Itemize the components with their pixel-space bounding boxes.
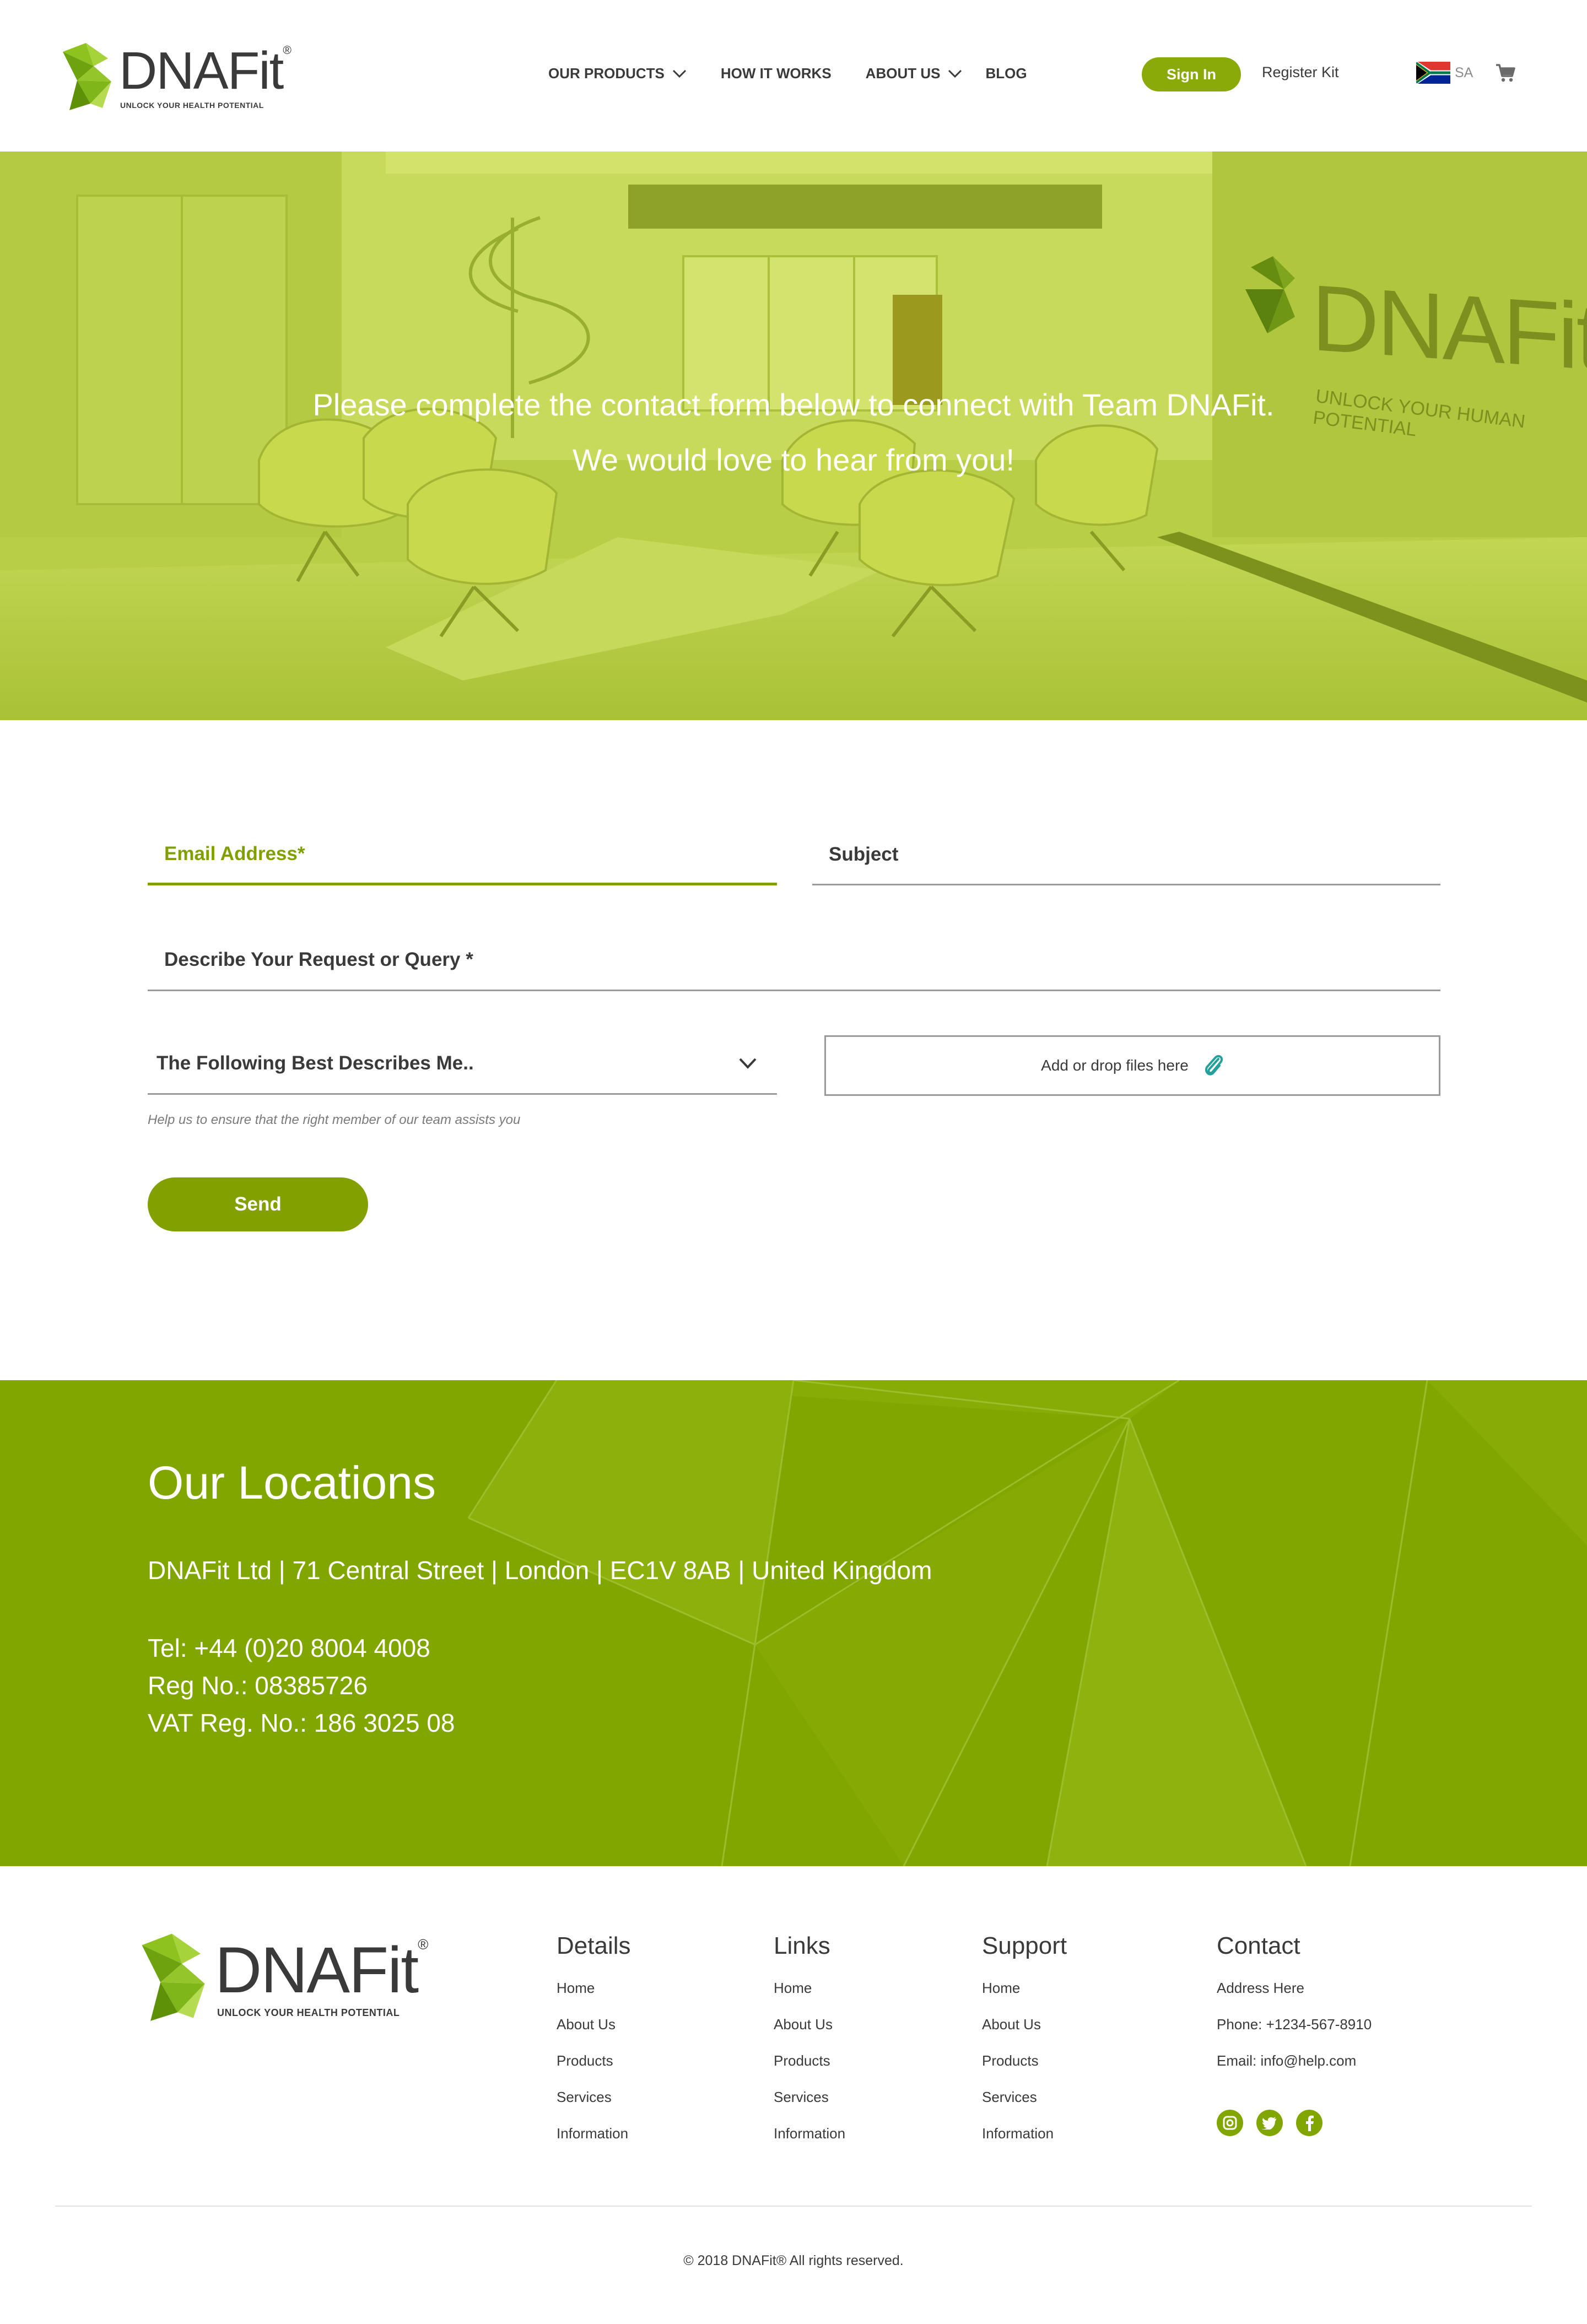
footer-support-column: Support Home About Us Products Services … (982, 1932, 1067, 2163)
footer-links-link[interactable]: Information (774, 2126, 845, 2163)
contact-form: The Following Best Describes Me.. Help u… (0, 720, 1587, 1380)
site-footer: DNAFit® UNLOCK YOUR HEALTH POTENTIAL Det… (0, 1866, 1587, 2324)
send-button[interactable]: Send (148, 1177, 368, 1231)
instagram-icon[interactable] (1217, 2110, 1243, 2136)
hero-line-1: Please complete the contact form below t… (312, 387, 1275, 422)
locations-details: Tel: +44 (0)20 8004 4008 Reg No.: 083857… (148, 1629, 455, 1742)
footer-contact-email: Email: info@help.com (1217, 2052, 1357, 2069)
footer-details-link[interactable]: Services (557, 2090, 631, 2126)
site-header: DNAFit® UNLOCK YOUR HEALTH POTENTIAL OUR… (0, 0, 1587, 152)
cart-icon[interactable] (1494, 62, 1516, 84)
footer-contact-address: Address Here (1217, 1980, 1304, 1996)
locations-address: DNAFit Ltd | 71 Central Street | London … (148, 1556, 932, 1585)
footer-details-link[interactable]: Products (557, 2053, 631, 2090)
email-field-wrapper (148, 825, 777, 885)
nav-label: HOW IT WORKS (720, 65, 832, 82)
nav-label: ABOUT US (865, 65, 941, 82)
upload-label: Add or drop files here (1041, 1057, 1189, 1074)
hero-line-2: We would love to hear from you! (572, 442, 1015, 477)
footer-links-column: Links Home About Us Products Services In… (774, 1932, 845, 2163)
main-nav: OUR PRODUCTS HOW IT WORKS ABOUT US BLOG (548, 65, 1027, 82)
nav-our-products[interactable]: OUR PRODUCTS (548, 65, 687, 82)
paperclip-icon (1205, 1055, 1223, 1075)
hero-banner: DNAFit UNLOCK YOUR HUMAN POTENTIAL Pleas… (0, 152, 1587, 720)
email-field[interactable] (148, 825, 777, 883)
footer-support-link[interactable]: About Us (982, 2017, 1067, 2053)
wall-brand-text: DNAFit (1311, 265, 1587, 391)
file-upload-dropzone[interactable]: Add or drop files here (824, 1035, 1440, 1096)
footer-logo-brand-text: DNAFit (215, 1933, 419, 2007)
locations-reg: Reg No.: 08385726 (148, 1671, 368, 1700)
footer-support-title: Support (982, 1932, 1067, 1959)
hero-message: Please complete the contact form below t… (0, 377, 1587, 488)
footer-logo-registered-mark: ® (418, 1936, 429, 1953)
locations-section: Our Locations DNAFit Ltd | 71 Central St… (0, 1380, 1587, 1866)
footer-support-link[interactable]: Home (982, 1981, 1067, 2017)
footer-contact-phone: Phone: +1234-567-8910 (1217, 2016, 1372, 2033)
subject-field[interactable] (812, 825, 1440, 884)
footer-details-link[interactable]: Information (557, 2126, 631, 2163)
footer-links-link[interactable]: Services (774, 2090, 845, 2126)
logo-registered-mark: ® (283, 44, 292, 57)
facebook-icon[interactable] (1296, 2110, 1322, 2136)
dnafit-logo-icon (142, 1933, 205, 2021)
chevron-down-icon (672, 69, 686, 78)
nav-label: OUR PRODUCTS (548, 65, 665, 82)
header-logo[interactable]: DNAFit® UNLOCK YOUR HEALTH POTENTIAL (57, 42, 292, 112)
footer-details-column: Details Home About Us Products Services … (557, 1932, 631, 2163)
footer-details-title: Details (557, 1932, 631, 1959)
footer-support-link[interactable]: Information (982, 2126, 1067, 2163)
footer-links-link[interactable]: Products (774, 2053, 845, 2090)
footer-logo-tagline: UNLOCK YOUR HEALTH POTENTIAL (217, 2007, 400, 2018)
chevron-down-icon (739, 1058, 757, 1069)
sign-in-button[interactable]: Sign In (1142, 57, 1241, 91)
footer-divider (55, 2206, 1532, 2207)
footer-support-link[interactable]: Products (982, 2053, 1067, 2090)
copyright-text: © 2018 DNAFit® All rights reserved. (683, 2253, 904, 2268)
describes-me-value: The Following Best Describes Me.. (156, 1052, 474, 1074)
register-kit-link[interactable]: Register Kit (1262, 64, 1339, 81)
describes-me-select[interactable]: The Following Best Describes Me.. (148, 1033, 777, 1095)
describes-me-hint: Help us to ensure that the right member … (148, 1112, 521, 1127)
nav-how-it-works[interactable]: HOW IT WORKS (721, 65, 832, 82)
query-field[interactable] (148, 929, 1440, 990)
nav-blog[interactable]: BLOG (985, 65, 1027, 82)
footer-logo[interactable]: DNAFit® UNLOCK YOUR HEALTH POTENTIAL (134, 1932, 428, 2024)
locations-title: Our Locations (148, 1457, 436, 1509)
nav-label: BLOG (985, 65, 1027, 82)
footer-links-link[interactable]: About Us (774, 2017, 845, 2053)
footer-contact-column: Contact Address Here Phone: +1234-567-89… (1217, 1932, 1372, 2136)
footer-contact-title: Contact (1217, 1932, 1300, 1959)
footer-support-link[interactable]: Services (982, 2090, 1067, 2126)
query-field-wrapper (148, 929, 1440, 991)
nav-about-us[interactable]: ABOUT US (866, 65, 963, 82)
social-links (1217, 2110, 1372, 2136)
south-africa-flag-icon[interactable] (1416, 62, 1450, 84)
twitter-icon[interactable] (1256, 2110, 1283, 2136)
footer-links-title: Links (774, 1932, 830, 1959)
region-label[interactable]: SA (1455, 65, 1473, 81)
logo-tagline: UNLOCK YOUR HEALTH POTENTIAL (120, 101, 264, 110)
dnafit-logo-icon (63, 43, 111, 110)
locations-vat: VAT Reg. No.: 186 3025 08 (148, 1709, 455, 1737)
logo-brand-text: DNAFit (119, 41, 284, 100)
subject-field-wrapper (812, 825, 1440, 885)
footer-links-link[interactable]: Home (774, 1981, 845, 2017)
locations-tel: Tel: +44 (0)20 8004 4008 (148, 1634, 430, 1662)
facet-background-pattern (467, 1380, 1587, 1866)
footer-details-link[interactable]: About Us (557, 2017, 631, 2053)
chevron-down-icon (948, 69, 962, 78)
footer-details-link[interactable]: Home (557, 1981, 631, 2017)
